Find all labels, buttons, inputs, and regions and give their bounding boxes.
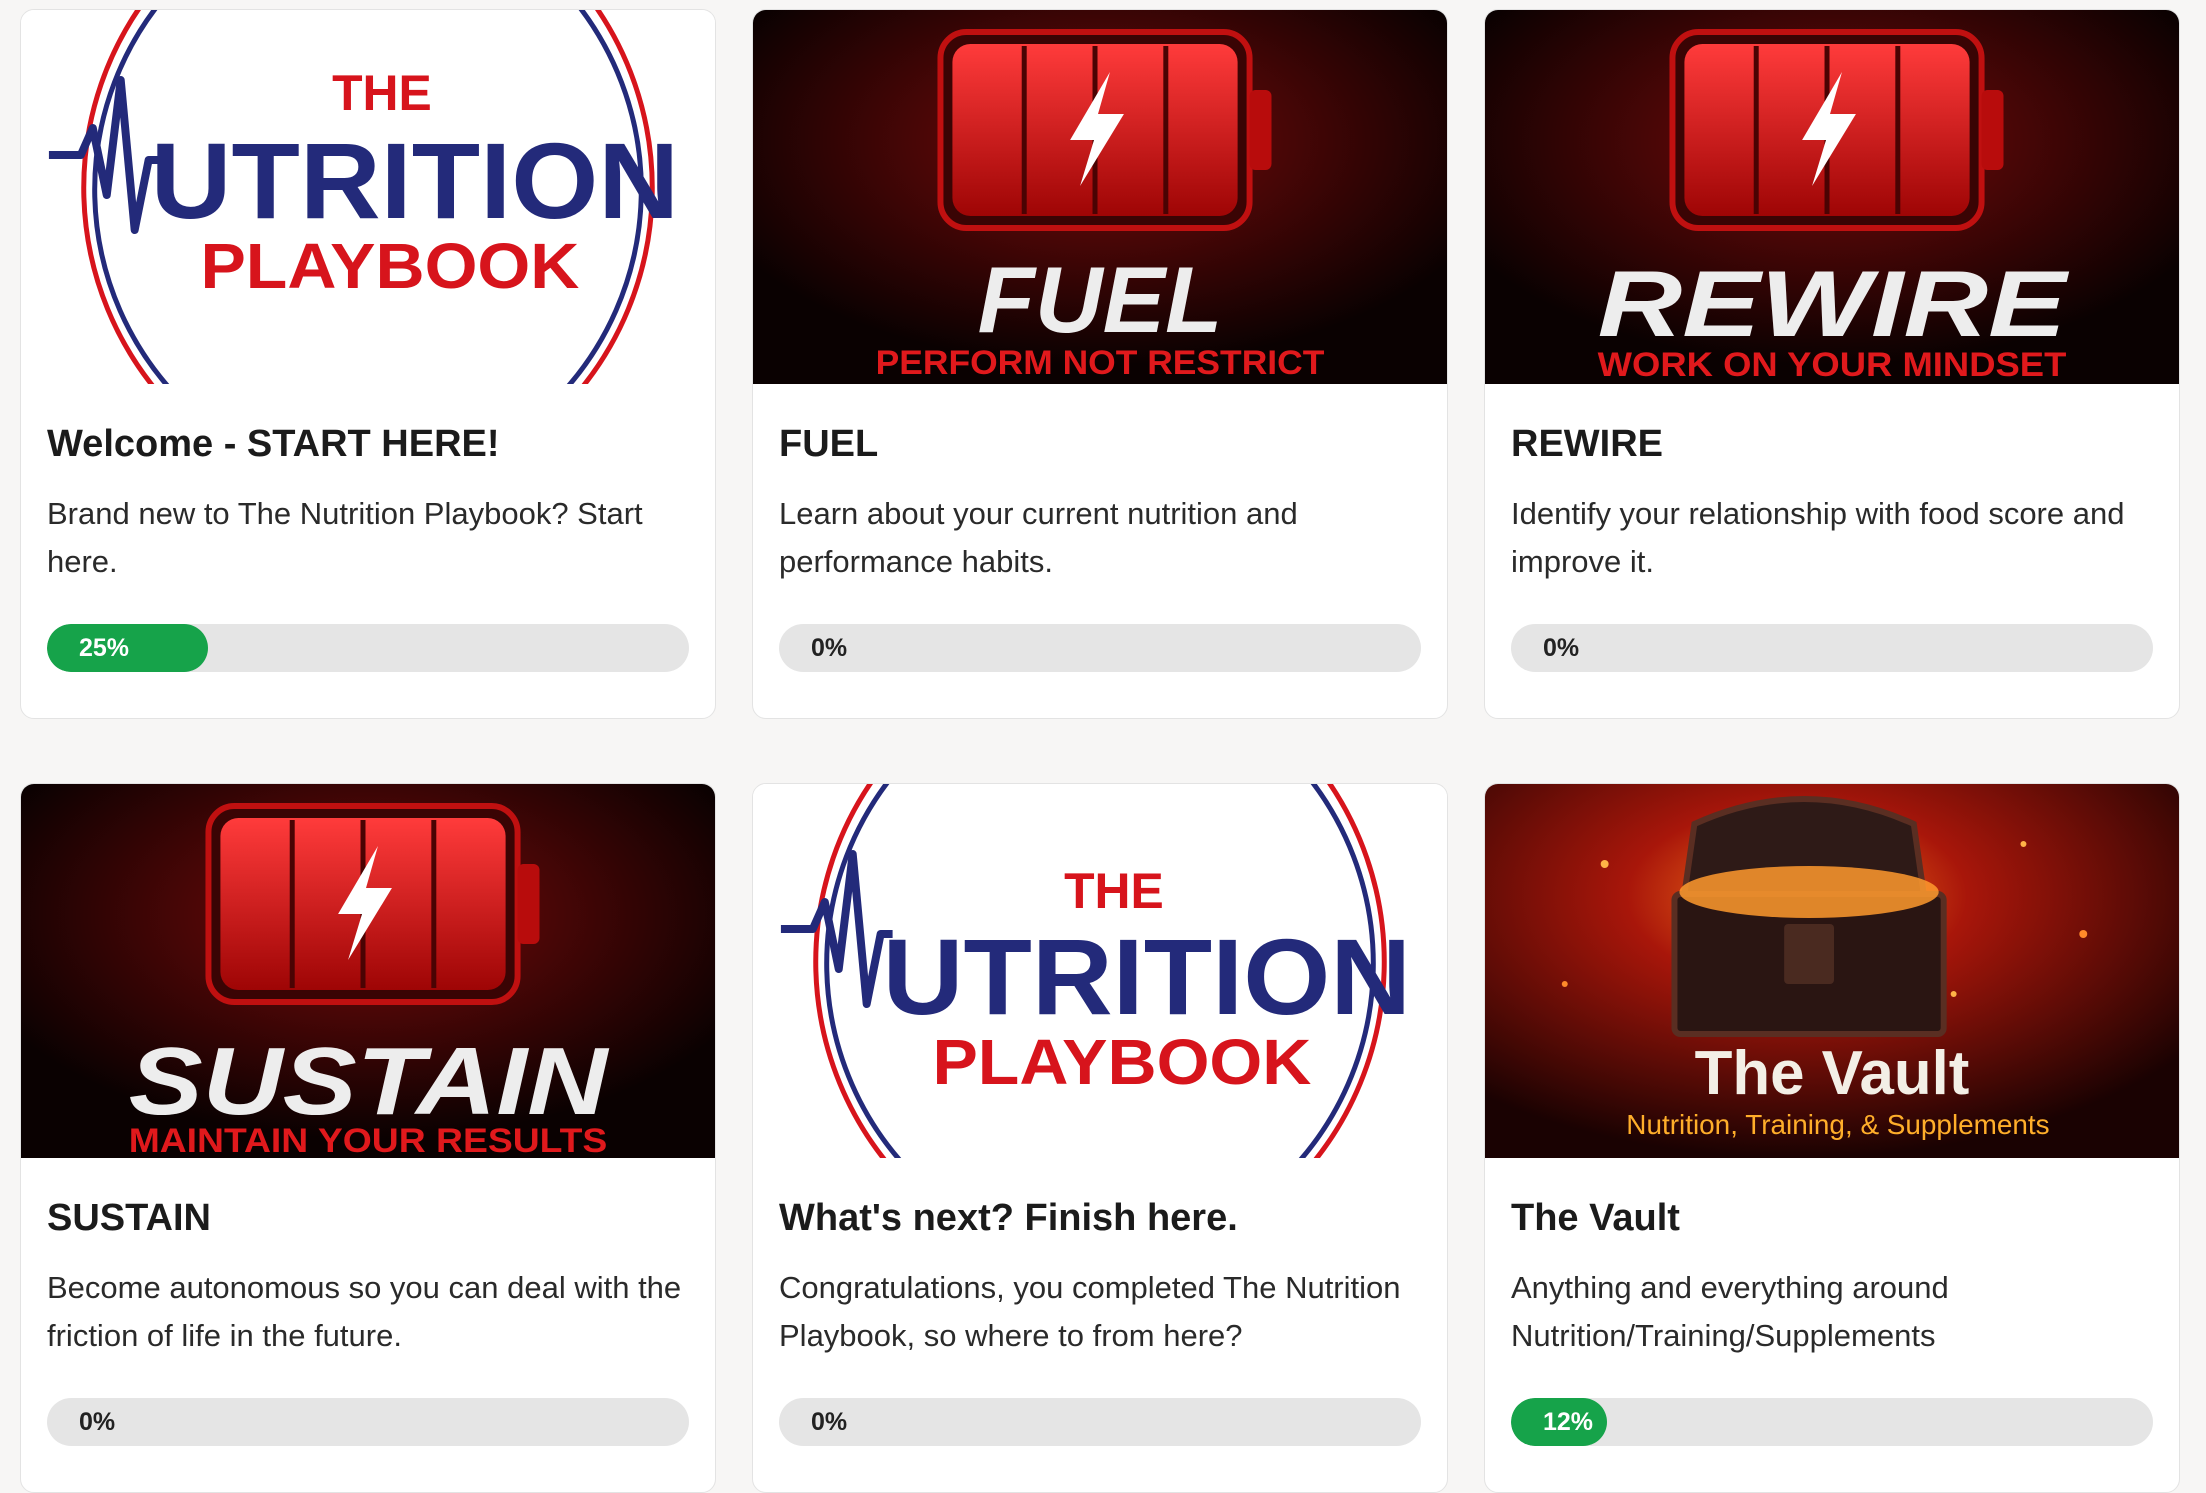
image-heading: SUSTAIN bbox=[129, 1028, 610, 1135]
course-card-whats-next[interactable]: THE UTRITION PLAYBOOK What's next? Finis… bbox=[752, 783, 1448, 1493]
course-title[interactable]: Welcome - START HERE! bbox=[47, 422, 715, 468]
course-card-fuel[interactable]: FUEL PERFORM NOT RESTRICT FUEL Learn abo… bbox=[752, 9, 1448, 719]
progress-label: 0% bbox=[811, 1407, 848, 1436]
progress-bar: 0% bbox=[1511, 623, 2153, 672]
course-description: Anything and everything around Nutrition… bbox=[1511, 1269, 1949, 1353]
course-title[interactable]: The Vault bbox=[1511, 1196, 2179, 1242]
course-thumbnail-fuel[interactable]: FUEL PERFORM NOT RESTRICT bbox=[753, 10, 1447, 384]
logo-text-playbook: PLAYBOOK bbox=[932, 1026, 1311, 1098]
progress-label: 12% bbox=[1543, 1407, 1594, 1436]
course-card-vault[interactable]: The Vault Nutrition, Training, & Supplem… bbox=[1484, 783, 2180, 1493]
course-title[interactable]: FUEL bbox=[779, 422, 1447, 468]
course-card-sustain[interactable]: SUSTAIN MAINTAIN YOUR RESULTS SUSTAIN Be… bbox=[20, 783, 716, 1493]
course-thumbnail-sustain[interactable]: SUSTAIN MAINTAIN YOUR RESULTS bbox=[21, 784, 715, 1158]
treasure-chest-image: The Vault Nutrition, Training, & Supplem… bbox=[1485, 784, 2179, 1158]
image-subheading: WORK ON YOUR MINDSET bbox=[1598, 346, 2067, 384]
image-subheading: Nutrition, Training, & Supplements bbox=[1626, 1109, 2049, 1140]
image-subheading: PERFORM NOT RESTRICT bbox=[876, 344, 1325, 382]
battery-image: FUEL PERFORM NOT RESTRICT bbox=[753, 10, 1447, 384]
course-description: Become autonomous so you can deal with t… bbox=[47, 1269, 682, 1353]
nutrition-playbook-logo: THE UTRITION PLAYBOOK bbox=[21, 10, 715, 384]
course-thumbnail-rewire[interactable]: REWIRE WORK ON YOUR MINDSET bbox=[1485, 10, 2179, 384]
logo-text-the: THE bbox=[1064, 863, 1164, 919]
logo-text-playbook: PLAYBOOK bbox=[200, 230, 579, 302]
image-heading: The Vault bbox=[1695, 1039, 1970, 1108]
logo-text-utrition: UTRITION bbox=[151, 120, 679, 241]
nutrition-playbook-logo: THE UTRITION PLAYBOOK bbox=[753, 784, 1447, 1158]
logo-text-utrition: UTRITION bbox=[883, 916, 1411, 1037]
course-description: Brand new to The Nutrition Playbook? Sta… bbox=[47, 495, 643, 579]
course-description: Identify your relationship with food sco… bbox=[1511, 495, 2125, 579]
treasure-chest-icon bbox=[1671, 796, 1947, 1037]
progress-label: 25% bbox=[79, 633, 130, 662]
battery-image: REWIRE WORK ON YOUR MINDSET bbox=[1485, 10, 2179, 384]
course-title[interactable]: SUSTAIN bbox=[47, 1196, 715, 1242]
course-card-rewire[interactable]: REWIRE WORK ON YOUR MINDSET REWIRE Ident… bbox=[1484, 9, 2180, 719]
battery-image: SUSTAIN MAINTAIN YOUR RESULTS bbox=[21, 784, 715, 1158]
progress-label: 0% bbox=[811, 633, 848, 662]
course-thumbnail-vault[interactable]: The Vault Nutrition, Training, & Supplem… bbox=[1485, 784, 2179, 1158]
image-subheading: MAINTAIN YOUR RESULTS bbox=[129, 1122, 608, 1158]
progress-bar: 0% bbox=[47, 1397, 689, 1446]
course-title[interactable]: What's next? Finish here. bbox=[779, 1196, 1447, 1242]
logo-text-the: THE bbox=[332, 65, 432, 121]
image-heading: FUEL bbox=[978, 247, 1223, 352]
course-description: Learn about your current nutrition and p… bbox=[779, 495, 1298, 579]
course-thumbnail-welcome[interactable]: THE UTRITION PLAYBOOK bbox=[21, 10, 715, 384]
course-description: Congratulations, you completed The Nutri… bbox=[779, 1269, 1401, 1353]
image-heading: REWIRE bbox=[1598, 251, 2070, 356]
course-card-welcome[interactable]: THE UTRITION PLAYBOOK Welcome - START HE… bbox=[20, 9, 716, 719]
progress-bar: 0% bbox=[779, 623, 1421, 672]
course-thumbnail-whats-next[interactable]: THE UTRITION PLAYBOOK bbox=[753, 784, 1447, 1158]
progress-label: 0% bbox=[1543, 633, 1580, 662]
progress-bar: 12% bbox=[1511, 1397, 2153, 1446]
progress-label: 0% bbox=[79, 1407, 116, 1436]
progress-bar: 25% bbox=[47, 623, 689, 672]
progress-bar: 0% bbox=[779, 1397, 1421, 1446]
course-title[interactable]: REWIRE bbox=[1511, 422, 2179, 468]
